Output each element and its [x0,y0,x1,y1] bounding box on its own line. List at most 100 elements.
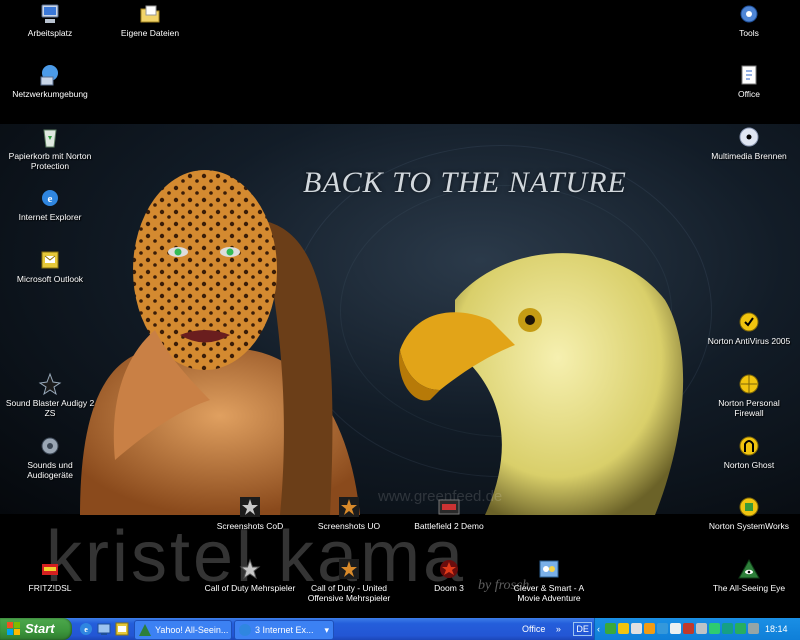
desktop-icon-norton-ghost[interactable]: Norton Ghost [703,434,795,470]
desktop-icon-label: Screenshots CoD [216,521,284,531]
desktop-icon-label: Arbeitsplatz [27,28,73,38]
desktop-icon-microsoft-outlook[interactable]: Microsoft Outlook [4,248,96,284]
taskbar-window-internet-explorer[interactable]: 3 Internet Ex... ▾ [234,620,334,640]
svg-text:e: e [84,625,88,634]
norton-systemworks-icon [739,497,759,517]
show-desktop-icon[interactable] [96,621,112,637]
desktop-icon-label: Internet Explorer [18,212,82,222]
tray-expand-icon[interactable]: ‹ [597,618,600,640]
desktop-icon-label: Clever & Smart - A Movie Adventure [513,583,585,603]
desktop-icon-label: Screenshots UO [317,521,381,531]
tray-icon[interactable] [722,623,733,634]
desktop-icon-arbeitsplatz[interactable]: Arbeitsplatz [4,2,96,38]
tray-icon[interactable] [670,623,681,634]
recycle-bin-icon [43,129,57,148]
desktop-wallpaper: BACK TO THE NATURE www.greenfeed.de kris… [0,0,800,618]
desktop-icon-label: Norton Personal Firewall [718,398,780,418]
tray-icon[interactable] [735,623,746,634]
all-seeing-eye-icon [738,558,760,579]
taskbar-window-label: Yahoo! All-Seein... [155,625,229,635]
desktop-icon-label: Norton Ghost [723,460,775,470]
toolbar-chevron-icon[interactable]: » [556,624,561,634]
windows-logo-icon [7,622,20,635]
desktop-icon-label: Norton SystemWorks [708,521,790,531]
desktop-icon-label: Eigene Dateien [120,28,180,38]
desktop-icon-papierkorb[interactable]: Papierkorb mit Norton Protection [4,125,96,171]
desktop-icon-label: Norton AntiVirus 2005 [707,336,791,346]
my-computer-icon [41,4,59,23]
desktop-icon-screenshots-uo[interactable]: Screenshots UO [303,495,395,531]
desktop-icon-sound-blaster[interactable]: Sound Blaster Audigy 2 ZS [4,372,96,418]
norton-ghost-icon [739,436,759,456]
sound-blaster-icon [38,372,62,396]
desktop-icon-all-seeing-eye[interactable]: The All-Seeing Eye [703,557,795,593]
desktop-icon-label: Netzwerkumgebung [12,89,88,99]
internet-explorer-icon: e [42,190,58,206]
desktop-icon-label: Call of Duty - United Offensive Mehrspie… [307,583,391,603]
system-tray: ‹ 18:14 [594,618,800,640]
tray-icon[interactable] [644,623,655,634]
volume-icon[interactable] [696,623,707,634]
desktop-icon-cod-uo-mehrspieler[interactable]: Call of Duty - United Offensive Mehrspie… [303,557,395,603]
desktop-icon-label: Microsoft Outlook [16,274,84,284]
desktop-icon-label: Battlefield 2 Demo [414,521,484,531]
desktop-icon-clever-smart[interactable]: Clever & Smart - A Movie Adventure [503,557,595,603]
desktop-icon-norton-antivirus[interactable]: Norton AntiVirus 2005 [703,310,795,346]
desktop-icon-label: Tools [739,28,759,38]
clock[interactable]: 18:14 [765,618,788,640]
tray-icon[interactable] [683,623,694,634]
internet-explorer-icon [239,624,251,636]
desktop-icon-norton-firewall[interactable]: Norton Personal Firewall [703,372,795,418]
tray-icon[interactable] [657,623,668,634]
gear-icon [740,5,758,23]
speaker-icon [41,437,59,455]
outlook-icon [41,251,59,269]
desktop-icon-norton-systemworks[interactable]: Norton SystemWorks [703,495,795,531]
language-indicator[interactable]: DE [573,622,592,636]
desktop-icon-doom-3[interactable]: Doom 3 [403,557,495,593]
chevron-down-icon: ▾ [324,625,329,635]
desktop-icon-label: Sound Blaster Audigy 2 ZS [5,398,95,418]
desktop-icon-eigene-dateien[interactable]: Eigene Dateien [104,2,196,38]
tray-icon[interactable] [631,623,642,634]
start-button[interactable]: Start [0,618,72,640]
desktop-icon-cod-mehrspieler[interactable]: Call of Duty Mehrspieler [204,557,296,593]
desktop-icon-label: Papierkorb mit Norton Protection [8,151,92,171]
network-icon [40,65,58,86]
desktop-icon-multimedia-brennen[interactable]: Multimedia Brennen [703,125,795,161]
battlefield-icon [438,499,460,515]
desktop-icon-label: Sounds und Audiogeräte [27,460,73,480]
desktop-icon-tools[interactable]: Tools [703,2,795,38]
network-icon[interactable] [748,623,759,634]
star-icon [339,559,359,579]
my-documents-icon [140,5,160,23]
tray-icon[interactable] [709,623,720,634]
game-icon [539,560,559,578]
desktop-icon-label: Office [737,89,761,99]
internet-explorer-icon[interactable]: e [78,621,94,637]
all-seeing-eye-icon [139,624,151,636]
taskbar-window-label: 3 Internet Ex... [255,625,314,635]
wallpaper-eagle-image [399,253,684,515]
desktop-icon-label: FRITZ!DSL [28,583,72,593]
taskbar-window-yahoo[interactable]: Yahoo! All-Seein... [134,620,232,640]
star-icon [239,558,261,580]
wallpaper-title: BACK TO THE NATURE [303,166,627,199]
star-icon [240,497,260,517]
desktop-icon-fritz-dsl[interactable]: FRITZ!DSL [4,557,96,593]
desktop-icon-netzwerkumgebung[interactable]: Netzwerkumgebung [4,63,96,99]
office-icon [741,65,757,85]
doom-icon [440,560,458,578]
svg-text:e: e [48,193,53,205]
tray-icon[interactable] [605,623,616,634]
desktop-icon-office[interactable]: Office [703,63,795,99]
norton-tray-icon[interactable] [618,623,629,634]
desktop-icon-battlefield-2[interactable]: Battlefield 2 Demo [403,495,495,531]
desktop-icon-screenshots-cod[interactable]: Screenshots CoD [204,495,296,531]
desktop-icon-label: The All-Seeing Eye [712,583,786,593]
outlook-icon[interactable] [114,621,130,637]
taskbar-toolbar-office[interactable]: Office » DE [522,618,592,640]
desktop-icon-internet-explorer[interactable]: e Internet Explorer [4,186,96,222]
desktop-icon-sounds-audiogeraete[interactable]: Sounds und Audiogeräte [4,434,96,480]
star-icon [339,497,359,517]
